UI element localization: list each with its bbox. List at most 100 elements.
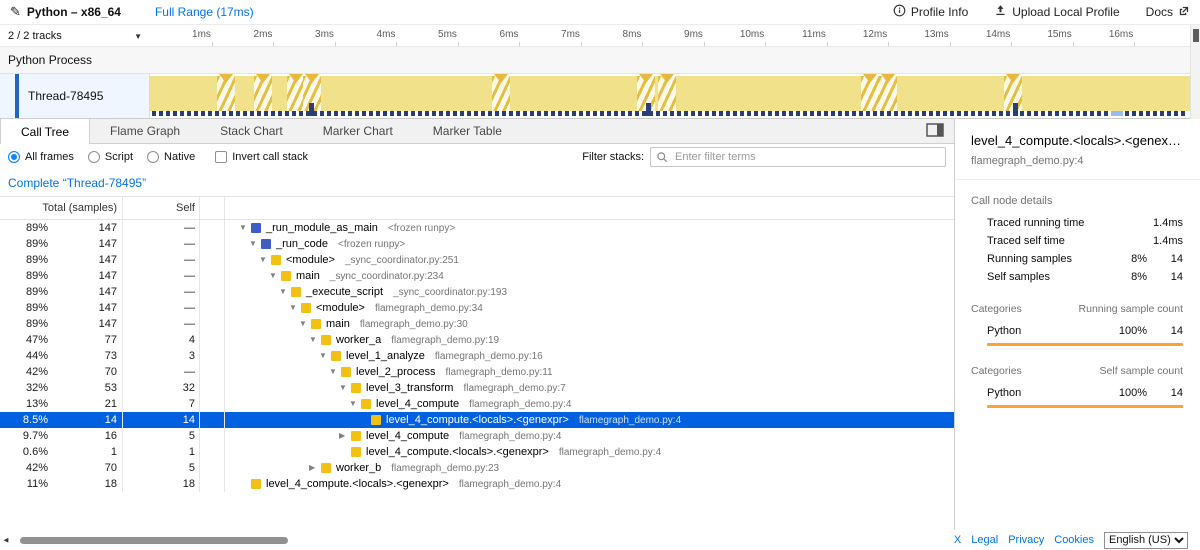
time-tick-label: 13ms <box>924 29 948 40</box>
expander-open-icon[interactable]: ▼ <box>339 384 351 392</box>
row-icon-cell <box>200 236 225 252</box>
thread-activity-graph[interactable] <box>150 74 1200 118</box>
tab-flame-graph[interactable]: Flame Graph <box>90 119 200 143</box>
invert-call-stack-checkbox[interactable]: Invert call stack <box>215 151 308 163</box>
radio-script[interactable]: Script <box>88 151 133 163</box>
sample-cluster-tick <box>309 103 314 116</box>
profile-info-button[interactable]: Profile Info <box>893 4 968 20</box>
time-tick-label: 12ms <box>863 29 887 40</box>
call-tree-row[interactable]: 89%147—▼<module>_sync_coordinator.py:251 <box>0 252 954 268</box>
category-color-icon <box>351 383 361 393</box>
call-tree-row[interactable]: 89%147—▼main_sync_coordinator.py:234 <box>0 268 954 284</box>
time-tick-mark <box>765 42 766 46</box>
expander-open-icon[interactable]: ▼ <box>299 320 311 328</box>
radio-input-native[interactable] <box>147 151 159 163</box>
tab-marker-table[interactable]: Marker Table <box>413 119 522 143</box>
invert-checkbox-input[interactable] <box>215 151 227 163</box>
footer-links: X Legal Privacy Cookies <box>954 534 1094 546</box>
row-total-cell: 32%53 <box>0 380 123 396</box>
content-area: Call TreeFlame GraphStack ChartMarker Ch… <box>0 119 1200 530</box>
language-select[interactable]: English (US) <box>1104 532 1188 549</box>
breadcrumb[interactable]: Complete “Thread-78495” <box>8 176 146 190</box>
row-total-percent: 0.6% <box>0 446 48 458</box>
radio-input-all-frames[interactable] <box>8 151 20 163</box>
tab-stack-chart[interactable]: Stack Chart <box>200 119 303 143</box>
footer-link-x[interactable]: X <box>954 534 961 546</box>
radio-all-frames[interactable]: All frames <box>8 151 74 163</box>
call-tree-row[interactable]: 89%147—▼_run_module_as_main<frozen runpy… <box>0 220 954 236</box>
call-tree-row[interactable]: 89%147—▼_run_code<frozen runpy> <box>0 236 954 252</box>
time-tick-mark <box>642 42 643 46</box>
docs-button[interactable]: Docs <box>1146 5 1190 20</box>
filter-input[interactable] <box>650 147 946 167</box>
top-bar: ✎ Python – x86_64 Full Range (17ms) Prof… <box>0 0 1200 25</box>
expander-open-icon[interactable]: ▼ <box>309 336 321 344</box>
call-tree-row[interactable]: 32%5332▼level_3_transformflamegraph_demo… <box>0 380 954 396</box>
call-tree-row[interactable]: 42%705▶worker_bflamegraph_demo.py:23 <box>0 460 954 476</box>
call-tree-row[interactable]: 13%217▼level_4_computeflamegraph_demo.py… <box>0 396 954 412</box>
expander-open-icon[interactable]: ▼ <box>239 224 251 232</box>
footer-link-cookies[interactable]: Cookies <box>1054 534 1094 546</box>
tracks-vertical-scrollbar[interactable] <box>1190 25 1200 119</box>
sidebar-toggle-button[interactable] <box>916 119 954 143</box>
horizontal-scrollbar-thumb[interactable] <box>20 537 288 544</box>
call-tree-row[interactable]: 89%147—▼_execute_script_sync_coordinator… <box>0 284 954 300</box>
footer-link-privacy[interactable]: Privacy <box>1008 534 1044 546</box>
row-icon-cell <box>200 300 225 316</box>
category-color-icon <box>321 463 331 473</box>
expander-open-icon[interactable]: ▼ <box>249 240 261 248</box>
call-tree-row[interactable]: 11%1818level_4_compute.<locals>.<genexpr… <box>0 476 954 492</box>
categories-subheader: Running sample count <box>1079 303 1183 315</box>
call-tree-row[interactable]: 89%147—▼<module>flamegraph_demo.py:34 <box>0 300 954 316</box>
call-tree-row[interactable]: 9.7%165▶level_4_computeflamegraph_demo.p… <box>0 428 954 444</box>
category-color-icon <box>271 255 281 265</box>
footer-link-legal[interactable]: Legal <box>971 534 998 546</box>
detail-row: Self samples8%14 <box>955 268 1200 286</box>
expander-open-icon[interactable]: ▼ <box>319 352 331 360</box>
function-name: level_4_compute.<locals>.<genexpr> <box>266 478 449 490</box>
row-self-cell: — <box>123 284 200 300</box>
profile-info-label: Profile Info <box>911 5 968 19</box>
category-color-icon <box>281 271 291 281</box>
tab-call-tree[interactable]: Call Tree <box>0 119 90 144</box>
row-total-cell: 89%147 <box>0 284 123 300</box>
process-track-header[interactable]: Python Process <box>0 47 1200 74</box>
marker-triangle-icon <box>219 74 233 83</box>
function-name: worker_b <box>336 462 381 474</box>
expander-open-icon[interactable]: ▼ <box>349 400 361 408</box>
tracks-vertical-scrollbar-thumb[interactable] <box>1193 29 1199 42</box>
profile-name: Python – x86_64 <box>27 5 121 19</box>
time-tick-mark <box>273 42 274 46</box>
tab-marker-chart[interactable]: Marker Chart <box>303 119 413 143</box>
expander-open-icon[interactable]: ▼ <box>279 288 291 296</box>
row-tree-cell: ▼level_4_computeflamegraph_demo.py:4 <box>225 396 954 412</box>
upload-local-profile-button[interactable]: Upload Local Profile <box>994 4 1119 20</box>
tracks-dropdown[interactable]: 2 / 2 tracks ▼ <box>0 25 150 47</box>
scroll-left-arrow-icon[interactable]: ◄ <box>2 536 10 545</box>
expander-closed-icon[interactable]: ▶ <box>309 464 321 472</box>
marker-triangle-icon <box>863 74 877 83</box>
expander-open-icon[interactable]: ▼ <box>269 272 281 280</box>
call-tree-row[interactable]: 0.6%11level_4_compute.<locals>.<genexpr>… <box>0 444 954 460</box>
expander-open-icon[interactable]: ▼ <box>259 256 271 264</box>
call-tree-row[interactable]: 8.5%1414level_4_compute.<locals>.<genexp… <box>0 412 954 428</box>
thread-name: Thread-78495 <box>28 89 103 103</box>
category-percent: 100% <box>1103 387 1147 399</box>
time-tick-mark <box>335 42 336 46</box>
call-tree-row[interactable]: 89%147—▼mainflamegraph_demo.py:30 <box>0 316 954 332</box>
edit-profile-name-icon[interactable]: ✎ <box>10 4 21 20</box>
row-total-samples: 53 <box>48 382 122 394</box>
thread-track-label[interactable]: Thread-78495 <box>0 74 150 118</box>
expander-closed-icon[interactable]: ▶ <box>339 432 351 440</box>
radio-native[interactable]: Native <box>147 151 195 163</box>
expander-open-icon[interactable]: ▼ <box>329 368 341 376</box>
call-tree-row[interactable]: 44%733▼level_1_analyzeflamegraph_demo.py… <box>0 348 954 364</box>
radio-input-script[interactable] <box>88 151 100 163</box>
expander-open-icon[interactable]: ▼ <box>289 304 301 312</box>
invert-label: Invert call stack <box>232 151 308 163</box>
row-self-cell: — <box>123 252 200 268</box>
call-tree-row[interactable]: 47%774▼worker_aflamegraph_demo.py:19 <box>0 332 954 348</box>
call-tree-row[interactable]: 42%70—▼level_2_processflamegraph_demo.py… <box>0 364 954 380</box>
full-range-link[interactable]: Full Range (17ms) <box>155 5 254 19</box>
timeline-ruler[interactable]: 1ms2ms3ms4ms5ms6ms7ms8ms9ms10ms11ms12ms1… <box>150 25 1190 46</box>
